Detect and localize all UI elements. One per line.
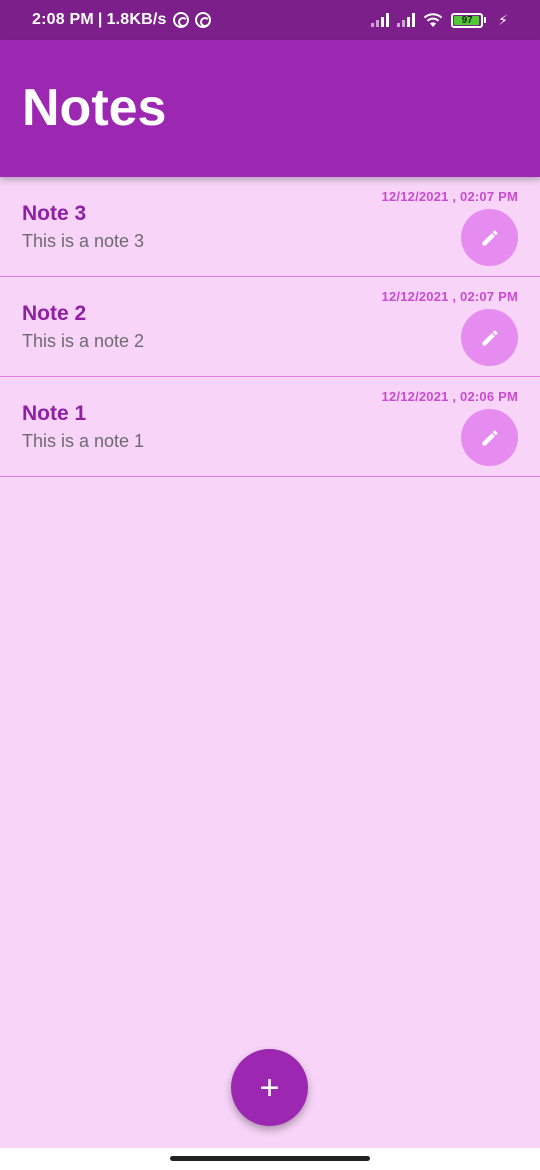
status-left: 2:08 PM | 1.8KB/s <box>32 11 211 29</box>
note-list-item[interactable]: 12/12/2021 , 02:07 PM Note 3 This is a n… <box>0 177 540 277</box>
note-title: Note 3 <box>22 202 87 225</box>
charging-icon: ⚡ <box>498 11 508 28</box>
status-time: 2:08 PM <box>32 11 94 28</box>
note-date: 12/12/2021 , 02:06 PM <box>381 389 518 404</box>
note-body: This is a note 3 <box>22 231 145 251</box>
note-title: Note 1 <box>22 402 87 425</box>
plus-icon: + <box>259 1068 280 1107</box>
status-right: 97 ⚡ <box>371 12 508 29</box>
signal-icon <box>397 13 416 27</box>
notification-circle-icon <box>194 12 211 28</box>
note-date: 12/12/2021 , 02:07 PM <box>381 189 518 204</box>
status-separator: | <box>97 11 103 28</box>
app-bar: Notes <box>0 40 540 177</box>
pencil-icon <box>482 229 498 245</box>
battery-icon: 97 <box>451 12 487 28</box>
page-title: Notes <box>22 79 167 137</box>
note-list-item[interactable]: 12/12/2021 , 02:07 PM Note 2 This is a n… <box>0 277 540 377</box>
edit-note-button[interactable] <box>461 309 518 366</box>
wifi-icon <box>423 12 443 28</box>
add-note-button[interactable]: + <box>231 1049 308 1126</box>
note-body: This is a note 1 <box>22 431 145 451</box>
note-title: Note 2 <box>22 302 87 325</box>
pencil-icon <box>482 429 498 445</box>
edit-note-button[interactable] <box>461 209 518 266</box>
navigation-bar <box>0 1148 540 1170</box>
network-speed: 1.8KB/s <box>106 11 167 28</box>
note-body: This is a note 2 <box>22 331 145 351</box>
status-bar: 2:08 PM | 1.8KB/s 97 ⚡ <box>0 0 540 40</box>
battery-level: 97 <box>461 14 473 26</box>
notification-circle-icon <box>172 12 189 28</box>
pencil-icon <box>482 329 498 345</box>
notes-screen: 2:08 PM | 1.8KB/s 97 ⚡ Notes 12/12/2021 … <box>0 0 540 1170</box>
note-date: 12/12/2021 , 02:07 PM <box>381 289 518 304</box>
notes-list: 12/12/2021 , 02:07 PM Note 3 This is a n… <box>0 177 540 477</box>
signal-icon <box>371 13 390 27</box>
home-indicator[interactable] <box>170 1156 370 1161</box>
edit-note-button[interactable] <box>461 409 518 466</box>
note-list-item[interactable]: 12/12/2021 , 02:06 PM Note 1 This is a n… <box>0 377 540 477</box>
